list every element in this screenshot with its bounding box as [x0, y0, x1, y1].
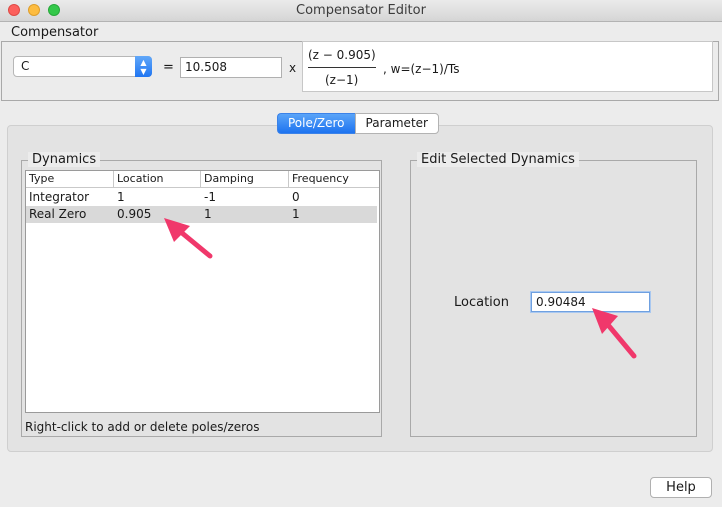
edit-dynamics-group-title: Edit Selected Dynamics: [417, 152, 579, 167]
dynamics-group-title: Dynamics: [28, 152, 101, 167]
column-header-type[interactable]: Type: [26, 171, 114, 187]
help-button[interactable]: Help: [650, 477, 712, 498]
annotation-arrow-icon: [164, 218, 213, 259]
times-sign: x: [289, 61, 297, 75]
fraction-bar: [308, 67, 376, 68]
cell-frequency: 0: [292, 190, 300, 204]
close-window-button[interactable]: [8, 4, 20, 16]
transfer-function-display: (z − 0.905) (z−1) , w=(z−1)/Ts: [302, 41, 713, 92]
formula-denominator: (z−1): [325, 73, 359, 87]
tab-pole-zero[interactable]: Pole/Zero: [277, 113, 355, 134]
location-label: Location: [454, 295, 509, 310]
tab-parameter[interactable]: Parameter: [354, 113, 439, 134]
window-title: Compensator Editor: [296, 3, 426, 18]
formula-numerator: (z − 0.905): [308, 48, 376, 62]
gain-input[interactable]: 10.508: [180, 57, 282, 78]
table-header: Type Location Damping Frequency: [26, 171, 379, 188]
compensator-select-value: C: [21, 59, 30, 73]
dynamics-table[interactable]: Type Location Damping Frequency Integrat…: [25, 170, 380, 413]
column-header-frequency[interactable]: Frequency: [289, 171, 379, 187]
equals-sign: =: [163, 60, 174, 75]
column-header-damping[interactable]: Damping: [201, 171, 289, 187]
cell-type: Real Zero: [29, 207, 87, 221]
annotation-arrow-icon: [592, 308, 637, 359]
cell-damping: -1: [204, 190, 216, 204]
minimize-window-button[interactable]: [28, 4, 40, 16]
compensator-group-title: Compensator: [7, 25, 103, 40]
table-row[interactable]: Integrator 1 -1 0: [26, 189, 377, 206]
chevron-updown-icon[interactable]: ▲ ▼: [135, 56, 152, 77]
compensator-select[interactable]: C ▲ ▼: [13, 56, 152, 77]
dynamics-hint: Right-click to add or delete poles/zeros: [25, 420, 260, 434]
column-header-location[interactable]: Location: [114, 171, 201, 187]
w-definition: , w=(z−1)/Ts: [383, 62, 460, 76]
tab-bar: Pole/Zero Parameter: [277, 113, 439, 134]
title-bar: Compensator Editor: [0, 0, 722, 22]
cell-type: Integrator: [29, 190, 90, 204]
cell-location: 1: [117, 190, 125, 204]
cell-location: 0.905: [117, 207, 152, 221]
cell-frequency: 1: [292, 207, 300, 221]
maximize-window-button[interactable]: [48, 4, 60, 16]
